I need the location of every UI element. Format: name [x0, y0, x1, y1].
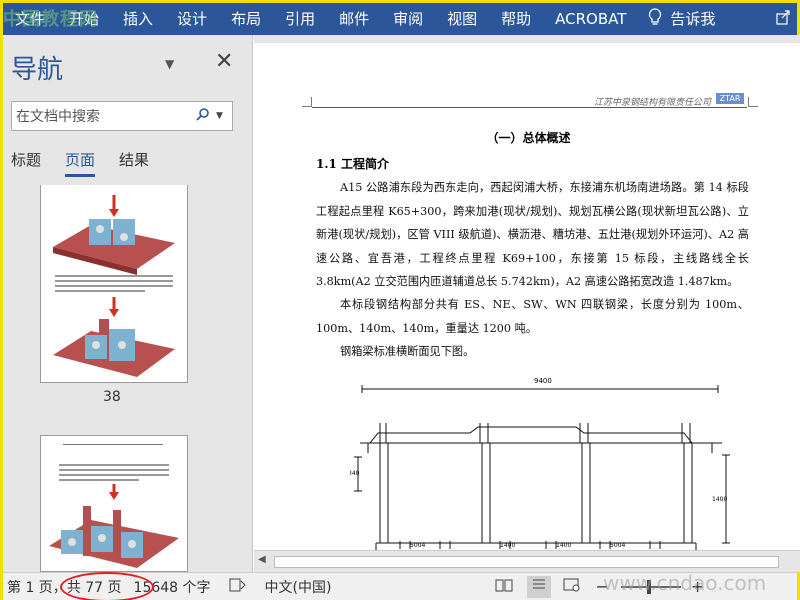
nav-tab-headings[interactable]: 标题: [11, 149, 41, 177]
ribbon-bar: 文件 开始 插入 设计 布局 引用 邮件 审阅 视图 帮助 ACROBAT 告诉…: [3, 3, 797, 35]
search-options-chevron-icon[interactable]: ▼: [216, 111, 232, 121]
thumbnail-figure: [49, 444, 179, 568]
tab-file[interactable]: 文件: [3, 3, 57, 35]
horizontal-scrollbar[interactable]: ◀: [254, 550, 800, 572]
highlight-annotation: [60, 572, 154, 600]
tab-layout[interactable]: 布局: [219, 3, 273, 35]
watermark-bottom: www.cndao.com: [603, 571, 767, 595]
dimension-label: 1400: [500, 542, 515, 549]
read-mode-icon[interactable]: [495, 578, 513, 596]
lightbulb-icon[interactable]: [642, 8, 668, 30]
nav-tab-results[interactable]: 结果: [119, 149, 149, 177]
dimension-label: 9400: [534, 377, 552, 385]
body-paragraph: A15 公路浦东段为西东走向，西起闵浦大桥，东接浦东机场南进场路。第 14 标段…: [316, 181, 749, 288]
section-heading: 1.1 工程简介: [316, 157, 390, 171]
document-title: （一）总体概述: [486, 131, 571, 145]
page-thumbnail[interactable]: [40, 185, 188, 383]
thumbnail-page-number: 38: [103, 389, 121, 405]
tab-references[interactable]: 引用: [273, 3, 327, 35]
scroll-thumb[interactable]: [274, 556, 779, 568]
tab-mailings[interactable]: 邮件: [327, 3, 381, 35]
margin-corner-mark: [302, 97, 312, 107]
company-logo: ZTAR: [716, 93, 744, 104]
tab-acrobat[interactable]: ACROBAT: [543, 3, 638, 35]
language-indicator[interactable]: 中文(中国): [265, 577, 332, 597]
dimension-label: 5004: [610, 542, 625, 549]
page-thumbnail[interactable]: [40, 435, 188, 572]
close-icon[interactable]: ✕: [215, 49, 233, 74]
proofing-icon[interactable]: [229, 577, 247, 597]
navigation-pane: 导航 ▼ ✕ 在文档中搜索 ▼ 标题 页面 结果 38: [3, 35, 253, 572]
dimension-label: 1400: [556, 542, 571, 549]
page-indicator[interactable]: 第 1 页，: [7, 577, 67, 597]
dimension-label: 5004: [410, 542, 425, 549]
chevron-down-icon[interactable]: ▼: [165, 57, 174, 71]
nav-title: 导航: [11, 55, 64, 85]
tab-review[interactable]: 审阅: [381, 3, 435, 35]
document-page[interactable]: 江苏中泉钢结构有限责任公司 ZTAR （一）总体概述 1.1 工程简介 A15 …: [254, 43, 800, 563]
dimension-label: 340: [350, 470, 360, 477]
nav-tabs: 标题 页面 结果: [11, 149, 173, 177]
document-canvas: 江苏中泉钢结构有限责任公司 ZTAR （一）总体概述 1.1 工程简介 A15 …: [254, 35, 800, 563]
print-layout-icon[interactable]: [527, 575, 552, 598]
web-layout-icon[interactable]: [563, 578, 581, 596]
margin-corner-mark: [748, 97, 758, 107]
tab-home[interactable]: 开始: [57, 3, 111, 35]
search-placeholder: 在文档中搜索: [16, 109, 100, 125]
tell-me-search[interactable]: 告诉我: [668, 3, 727, 35]
thumbnail-figure: [53, 195, 175, 377]
nav-tab-pages[interactable]: 页面: [65, 149, 96, 177]
body-paragraph: 钢箱梁标准横断面见下图。: [340, 345, 475, 358]
tab-view[interactable]: 视图: [435, 3, 489, 35]
header-company-name: 江苏中泉钢结构有限责任公司: [594, 98, 712, 108]
body-paragraph: 本标段钢结构部分共有 ES、NE、SW、WN 四联钢梁，长度分别为 100m、1…: [316, 298, 749, 335]
girder-cross-section-drawing: 9400 5004 5004 1400 1400 3200 1000 1000 …: [350, 377, 730, 561]
search-icon[interactable]: [196, 107, 216, 125]
tab-insert[interactable]: 插入: [111, 3, 165, 35]
nav-search-input[interactable]: 在文档中搜索 ▼: [11, 101, 233, 131]
scroll-left-icon[interactable]: ◀: [258, 554, 266, 565]
tab-design[interactable]: 设计: [165, 3, 219, 35]
share-icon[interactable]: [769, 9, 797, 29]
dimension-label: 1400: [712, 496, 727, 503]
tab-help[interactable]: 帮助: [489, 3, 543, 35]
